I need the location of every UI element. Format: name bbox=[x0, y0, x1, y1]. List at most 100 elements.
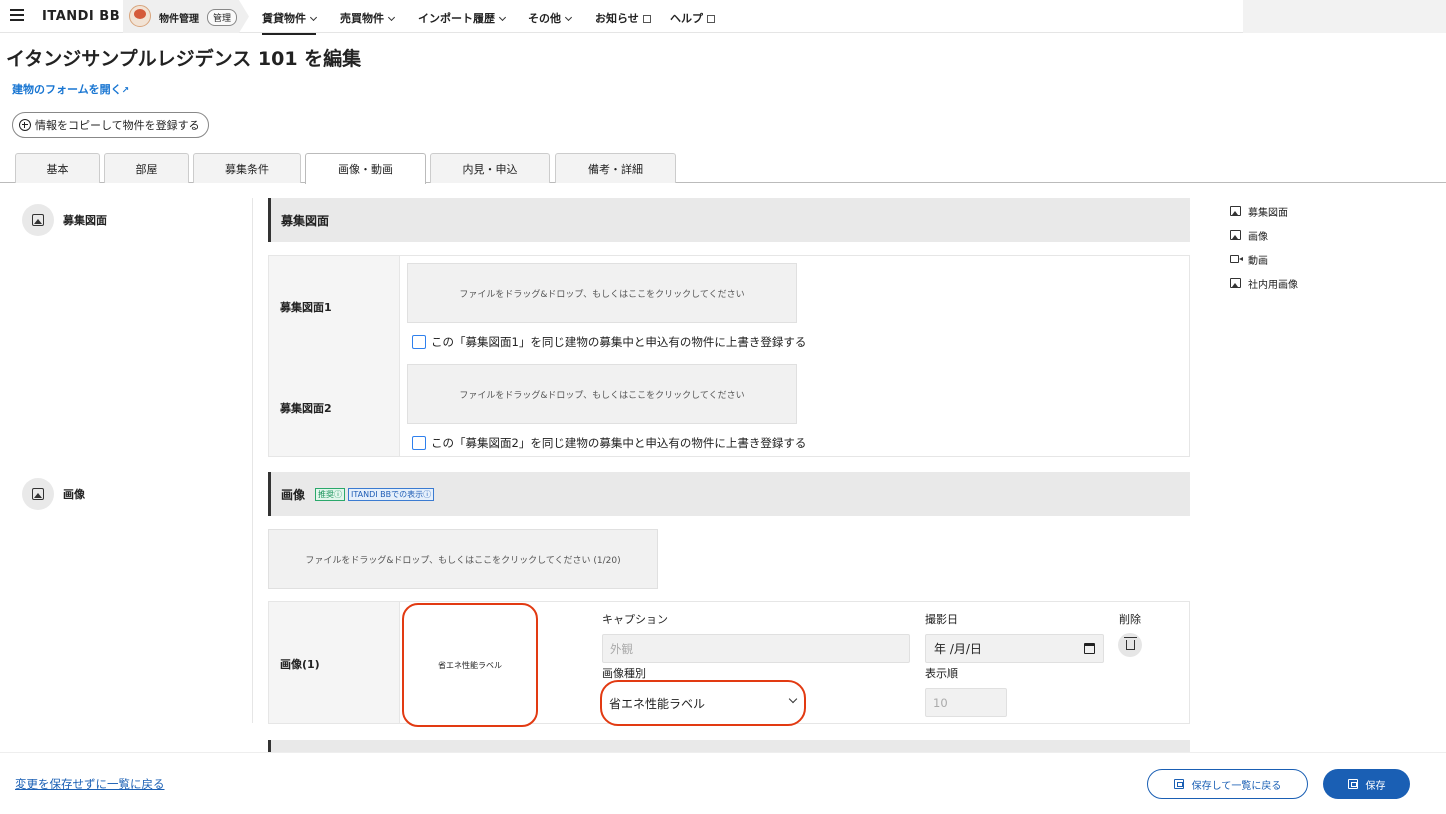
floorplan-2-checkbox[interactable] bbox=[412, 436, 426, 450]
floorplan-section-heading: 募集図面 bbox=[268, 198, 1190, 242]
tab-basic[interactable]: 基本 bbox=[15, 153, 100, 183]
floorplan-2-checkbox-label: この「募集図面2」を同じ建物の募集中と申込有の物件に上書き登録する bbox=[431, 436, 807, 450]
floorplan-table: 募集図面1 募集図面2 ファイルをドラッグ&ドロップ、もしくはここをクリックして… bbox=[268, 255, 1190, 457]
save-and-back-button[interactable]: 保存して一覧に戻る bbox=[1147, 769, 1308, 799]
external-link-icon bbox=[642, 15, 651, 23]
image-icon bbox=[1230, 230, 1241, 240]
tab-conditions[interactable]: 募集条件 bbox=[193, 153, 301, 183]
floorplan-1-checkbox[interactable] bbox=[412, 335, 426, 349]
recommended-tag[interactable]: 推奨ⓘ bbox=[315, 487, 346, 501]
date-placeholder: 年 /月/日 bbox=[934, 642, 982, 656]
copy-and-register-button[interactable]: 情報をコピーして物件を登録する bbox=[12, 112, 209, 138]
save-button[interactable]: 保存 bbox=[1323, 769, 1410, 799]
section-nav: 募集図面 画像 動画 社内用画像 bbox=[1230, 199, 1298, 295]
image-item-row: 画像(1) 省エネ性能ラベル キャプション 外観 撮影日 年 /月/日 削除 画… bbox=[268, 601, 1190, 727]
brand-switcher[interactable]: 物件管理 管理 bbox=[123, 0, 249, 33]
caption-placeholder: 外観 bbox=[610, 641, 633, 656]
footer-bar: 変更を保存せずに一覧に戻る 保存して一覧に戻る 保存 bbox=[0, 752, 1446, 814]
images-section-heading: 画像 推奨ⓘ ITANDI BBでの表示ⓘ bbox=[268, 472, 1190, 516]
nav-other[interactable]: その他 bbox=[528, 10, 573, 26]
tab-images-video[interactable]: 画像・動画 bbox=[305, 153, 426, 184]
trash-icon bbox=[1123, 637, 1137, 650]
images-heading-text: 画像 bbox=[281, 487, 306, 502]
section-nav-images[interactable]: 画像 bbox=[1230, 223, 1298, 247]
side-label-floorplan-text: 募集図面 bbox=[63, 214, 107, 227]
delete-label: 削除 bbox=[1119, 613, 1141, 626]
header-right-area bbox=[1243, 0, 1446, 33]
display-info-tag[interactable]: ITANDI BBでの表示ⓘ bbox=[348, 487, 435, 501]
image-item-label-cell: 画像(1) bbox=[269, 602, 400, 723]
plus-circle-icon bbox=[19, 119, 31, 131]
external-link-icon: ↗ bbox=[121, 86, 130, 96]
image-thumbnail[interactable]: 省エネ性能ラベル bbox=[402, 603, 538, 727]
nav-rental[interactable]: 賃貸物件 bbox=[262, 10, 318, 35]
avatar bbox=[129, 5, 151, 27]
floorplan-heading-text: 募集図面 bbox=[281, 213, 330, 228]
nav-news-label: お知らせ bbox=[595, 12, 639, 25]
image-icon bbox=[22, 478, 54, 510]
nav-help[interactable]: ヘルプ bbox=[670, 10, 715, 26]
tab-room[interactable]: 部屋 bbox=[104, 153, 189, 183]
nav-sale-label: 売買物件 bbox=[340, 12, 384, 25]
calendar-icon[interactable] bbox=[1084, 643, 1095, 654]
nav-import-history[interactable]: インポート履歴 bbox=[418, 10, 507, 26]
floorplan-1-label: 募集図面1 bbox=[280, 301, 332, 314]
image-type-label: 画像種別 bbox=[602, 667, 646, 680]
order-input[interactable]: 10 bbox=[925, 688, 1007, 717]
image-icon bbox=[22, 204, 54, 236]
section-nav-video[interactable]: 動画 bbox=[1230, 247, 1298, 271]
nav-import-label: インポート履歴 bbox=[418, 12, 495, 25]
floorplan-2-dropzone[interactable]: ファイルをドラッグ&ドロップ、もしくはここをクリックしてください bbox=[407, 364, 797, 424]
side-label-images-text: 画像 bbox=[63, 488, 85, 501]
nav-other-label: その他 bbox=[528, 12, 561, 25]
video-icon bbox=[1230, 255, 1243, 263]
nav-news[interactable]: お知らせ bbox=[595, 10, 651, 26]
caption-label: キャプション bbox=[602, 613, 668, 626]
order-label: 表示順 bbox=[925, 667, 958, 680]
tab-notes-details[interactable]: 備考・詳細 bbox=[555, 153, 676, 183]
caption-input[interactable]: 外観 bbox=[602, 634, 910, 663]
date-label: 撮影日 bbox=[925, 613, 958, 626]
order-placeholder: 10 bbox=[933, 695, 948, 710]
brand-label: 物件管理 bbox=[159, 14, 199, 25]
top-bar: ITANDI BB 物件管理 管理 賃貸物件 売買物件 インポート履歴 その他 … bbox=[0, 0, 1446, 35]
floorplan-2-overwrite[interactable]: この「募集図面2」を同じ建物の募集中と申込有の物件に上書き登録する bbox=[412, 435, 806, 451]
floorplan-1-overwrite[interactable]: この「募集図面1」を同じ建物の募集中と申込有の物件に上書き登録する bbox=[412, 334, 806, 350]
section-nav-floorplan[interactable]: 募集図面 bbox=[1230, 199, 1298, 223]
floorplan-2-label: 募集図面2 bbox=[280, 402, 332, 415]
tab-viewing-application[interactable]: 内見・申込 bbox=[430, 153, 550, 183]
chevron-down-icon bbox=[788, 694, 798, 704]
save-and-back-label: 保存して一覧に戻る bbox=[1191, 780, 1282, 792]
nav-sale[interactable]: 売買物件 bbox=[340, 10, 396, 26]
floorplan-1-dropzone[interactable]: ファイルをドラッグ&ドロップ、もしくはここをクリックしてください bbox=[407, 263, 797, 323]
chevron-down-icon bbox=[387, 13, 396, 22]
delete-button[interactable] bbox=[1118, 633, 1142, 657]
menu-icon[interactable] bbox=[10, 9, 24, 21]
open-form-label: 建物のフォームを開く bbox=[12, 83, 122, 96]
save-icon bbox=[1173, 779, 1184, 789]
page-title: イタンジサンプルレジデンス 101 を編集 bbox=[6, 48, 362, 70]
brand-badge: 管理 bbox=[207, 9, 238, 26]
copy-button-label: 情報をコピーして物件を登録する bbox=[35, 119, 200, 132]
chevron-down-icon bbox=[498, 13, 507, 22]
image-type-value: 省エネ性能ラベル bbox=[609, 696, 706, 711]
images-dropzone[interactable]: ファイルをドラッグ&ドロップ、もしくはここをクリックしてください (1/20) bbox=[268, 529, 658, 589]
logo: ITANDI BB bbox=[42, 9, 121, 24]
date-input[interactable]: 年 /月/日 bbox=[925, 634, 1104, 663]
nav-help-label: ヘルプ bbox=[670, 12, 703, 25]
chevron-down-icon bbox=[564, 13, 573, 22]
chevron-down-icon bbox=[309, 13, 318, 22]
floorplan-1-checkbox-label: この「募集図面1」を同じ建物の募集中と申込有の物件に上書き登録する bbox=[431, 335, 807, 349]
save-icon bbox=[1347, 779, 1358, 789]
open-building-form-link[interactable]: 建物のフォームを開く↗ bbox=[12, 81, 129, 97]
section-nav-internal-label: 社内用画像 bbox=[1248, 279, 1298, 291]
back-without-saving-link[interactable]: 変更を保存せずに一覧に戻る bbox=[15, 776, 165, 792]
section-nav-internal-images[interactable]: 社内用画像 bbox=[1230, 271, 1298, 295]
section-nav-video-label: 動画 bbox=[1248, 255, 1268, 267]
section-nav-floorplan-label: 募集図面 bbox=[1248, 207, 1288, 219]
section-nav-images-label: 画像 bbox=[1248, 231, 1268, 243]
nav-rental-label: 賃貸物件 bbox=[262, 12, 306, 25]
divider bbox=[252, 198, 253, 723]
external-link-icon bbox=[707, 15, 715, 23]
image-type-select[interactable]: 省エネ性能ラベル bbox=[600, 680, 806, 726]
